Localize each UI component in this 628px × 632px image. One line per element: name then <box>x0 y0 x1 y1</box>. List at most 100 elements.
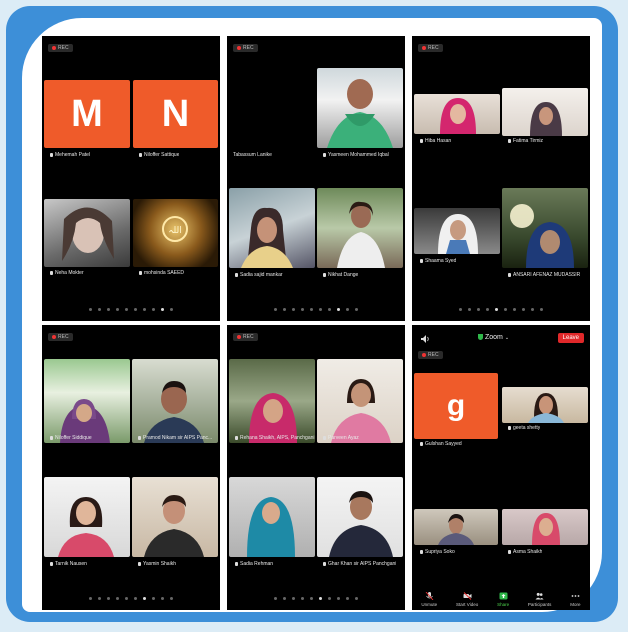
participant-video[interactable] <box>44 199 130 267</box>
participant-name: Niloffer Sattique <box>139 152 179 158</box>
person-video-icon <box>530 102 562 136</box>
mic-icon <box>50 561 53 566</box>
participant-name: Tabassum Lanike <box>233 152 272 158</box>
participant-name: Hiba Hasan <box>420 138 451 144</box>
mic-icon <box>420 441 423 446</box>
mic-icon <box>235 435 238 440</box>
person-video-icon <box>438 514 474 545</box>
more-button[interactable]: More <box>570 592 581 607</box>
participant-name: Yasmeen Mohammed Iqbal <box>323 152 389 158</box>
participant-name: Sadia sajid mankar <box>235 272 283 278</box>
rec-indicator: REC <box>418 351 443 359</box>
zoom-screen-3: REC Hiba Hasan Fatima Tirmiz Shaama Syed… <box>412 36 590 321</box>
participant-name: Shaama Syed <box>420 258 456 264</box>
participant-video[interactable] <box>44 359 130 443</box>
participant-video[interactable] <box>132 477 218 557</box>
mic-icon <box>420 258 423 263</box>
participant-name: Pramod Nikam sir AIPS Panc... <box>138 435 212 441</box>
emblem-icon: اللہ <box>162 216 188 242</box>
participant-video[interactable] <box>502 387 588 423</box>
mic-icon <box>50 435 53 440</box>
participant-name: geeta shetty <box>508 425 540 431</box>
mic-icon <box>50 152 53 157</box>
rec-indicator: REC <box>418 44 443 52</box>
participant-video[interactable] <box>317 188 403 268</box>
svg-text:اللہ: اللہ <box>168 226 182 236</box>
participant-name: Gulshan Sayyed <box>420 441 462 447</box>
participant-video[interactable] <box>502 509 588 545</box>
unmute-button[interactable]: Unmute <box>421 592 437 607</box>
person-video-icon <box>60 399 110 443</box>
leave-button[interactable]: Leave <box>557 333 584 343</box>
participant-video[interactable] <box>502 88 588 136</box>
zoom-screen-2: REC Tabassum Lanike Yasmeen Mohammed Iqb… <box>227 36 405 321</box>
participant-name: mohsinda SAEED <box>139 270 184 276</box>
participant-video[interactable] <box>132 359 218 443</box>
mic-icon <box>138 435 141 440</box>
share-icon <box>499 592 508 600</box>
page-indicator[interactable] <box>227 597 405 600</box>
mic-icon <box>323 561 326 566</box>
zoom-screen-6: Zoom ⌄ Leave REC g Gulshan Sayyed geeta … <box>412 325 590 610</box>
rec-indicator: REC <box>233 333 258 341</box>
participant-video[interactable] <box>229 359 315 443</box>
person-video-icon <box>532 513 560 545</box>
participant-name: Sadia Rehman <box>235 561 273 567</box>
mic-icon <box>420 549 423 554</box>
participant-video[interactable] <box>414 94 500 134</box>
share-button[interactable]: Share <box>497 592 509 607</box>
participant-name: Supriya Soko <box>420 549 455 555</box>
participant-name: Asma Shaikh <box>508 549 542 555</box>
person-video-icon <box>440 98 476 134</box>
speaker-icon[interactable] <box>420 335 430 343</box>
person-video-icon <box>528 393 564 423</box>
participant-tile[interactable]: N <box>133 80 218 148</box>
person-video-icon <box>331 379 391 443</box>
rec-label: REC <box>428 45 439 51</box>
screenshot-collage: REC M Mehemah Patel N Niloffer Sattique … <box>36 30 596 610</box>
mic-icon <box>323 435 326 440</box>
mic-icon <box>235 561 238 566</box>
person-video-icon <box>329 491 393 557</box>
video-off-icon <box>463 592 472 600</box>
person-video-icon <box>247 497 295 557</box>
page-indicator[interactable] <box>42 308 220 311</box>
mic-icon <box>50 270 53 275</box>
zoom-screen-4: REC Niloffer Siddique Pramod Nikam sir A… <box>42 325 220 610</box>
participant-video[interactable] <box>414 208 500 254</box>
person-video-icon <box>438 214 478 254</box>
avatar-letter: g <box>446 389 466 422</box>
start-video-button[interactable]: Start Video <box>456 592 478 607</box>
participant-video[interactable] <box>44 477 130 557</box>
rec-label: REC <box>428 352 439 358</box>
participant-tile[interactable]: g <box>414 373 498 439</box>
page-indicator[interactable] <box>227 308 405 311</box>
mic-icon <box>139 152 142 157</box>
person-video-icon <box>144 381 204 443</box>
participant-video[interactable] <box>414 509 498 545</box>
participant-name: Mehemah Patel <box>50 152 90 158</box>
zoom-title[interactable]: Zoom ⌄ <box>478 334 509 341</box>
zoom-top-bar: Zoom ⌄ Leave <box>412 333 590 347</box>
participant-video[interactable] <box>317 359 403 443</box>
mic-icon <box>323 152 326 157</box>
participant-video[interactable] <box>229 477 315 557</box>
participant-video[interactable] <box>229 188 315 268</box>
person-video-icon <box>241 207 293 268</box>
participant-tile[interactable]: M <box>44 80 130 148</box>
participant-video[interactable] <box>317 477 403 557</box>
participant-name: Rehana Shaikh, AIPS, Panchgani <box>235 435 315 441</box>
mic-icon <box>508 549 511 554</box>
participant-video[interactable] <box>317 68 403 148</box>
participant-name: Neha Mokter <box>50 270 84 276</box>
page-indicator[interactable] <box>42 597 220 600</box>
page-indicator[interactable] <box>412 308 590 311</box>
participant-name: Ghar Khan sir AIPS Panchgani <box>323 561 396 567</box>
mic-icon <box>508 138 511 143</box>
participant-video[interactable] <box>502 188 588 268</box>
participants-button[interactable]: Participants <box>528 592 551 607</box>
rec-indicator: REC <box>48 44 73 52</box>
mic-icon <box>138 561 141 566</box>
person-video-icon <box>144 495 204 557</box>
participant-video[interactable]: اللہ <box>133 199 218 267</box>
